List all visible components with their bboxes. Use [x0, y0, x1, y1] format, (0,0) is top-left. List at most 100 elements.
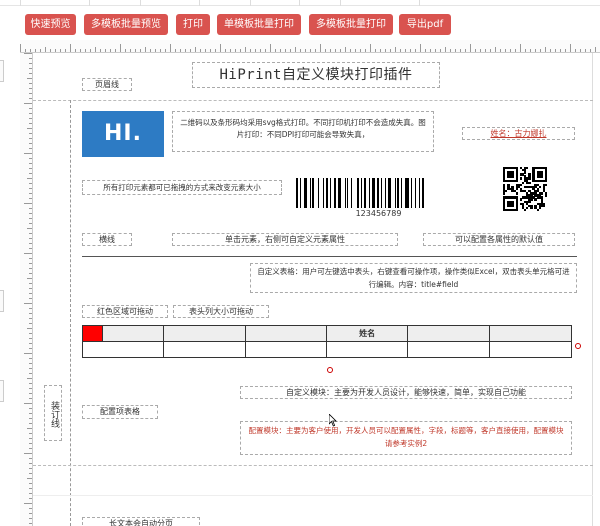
- quick-preview-button[interactable]: 快速预览: [25, 14, 76, 35]
- svg-note-text[interactable]: 二维码以及条形码均采用svg格式打印。不同打印机打印不会造成失真。图片打印：不同…: [172, 111, 434, 152]
- ruler-tick: [495, 47, 496, 52]
- header-line[interactable]: [33, 100, 593, 101]
- side-panel-handle[interactable]: [0, 380, 4, 402]
- ruler-tick: [570, 44, 571, 52]
- ruler-tick: [385, 49, 386, 52]
- ruler-tick: [27, 228, 32, 229]
- qr-code[interactable]: [503, 167, 548, 212]
- binding-line[interactable]: [70, 100, 71, 526]
- ruler-tick: [475, 49, 476, 52]
- tab-ghost[interactable]: [20, 0, 90, 6]
- ruler-tick: [255, 49, 256, 52]
- ruler-tick: [29, 318, 32, 319]
- ruler-tick: [210, 49, 211, 52]
- print-button[interactable]: 打印: [176, 14, 210, 35]
- ruler-tick: [310, 49, 311, 52]
- ruler-tick: [24, 503, 32, 504]
- custom-module-note[interactable]: 自定义模块：主要为开发人员设计，能够快速，简单，实现自己功能: [240, 386, 572, 399]
- page-title[interactable]: HiPrint自定义模块打印插件: [192, 62, 440, 88]
- table-header-cell[interactable]: [244, 325, 327, 342]
- ruler-tick: [75, 49, 76, 52]
- barcode-bar: [325, 178, 328, 208]
- barcode-value: 123456789: [355, 209, 402, 218]
- ruler-tick: [29, 373, 32, 374]
- vertical-ruler: [20, 53, 33, 526]
- tab-ghost[interactable]: [140, 0, 200, 6]
- table-cell[interactable]: [407, 341, 490, 358]
- footer-line[interactable]: [33, 465, 593, 466]
- ruler-tick: [27, 128, 32, 129]
- ruler-tick: [29, 393, 32, 394]
- config-module-note[interactable]: 配置模块：主要为客户使用，开发人员可以配置属性，字段，标题等，客户直接使用，配置…: [240, 421, 572, 455]
- table-header-cell[interactable]: [163, 325, 246, 342]
- ruler-tick: [29, 358, 32, 359]
- table-resize-handle-icon[interactable]: [575, 343, 581, 349]
- side-panel-handle[interactable]: [0, 60, 4, 82]
- ruler-tick: [29, 138, 32, 139]
- ruler-tick: [29, 63, 32, 64]
- qr-module: [528, 177, 531, 180]
- multi-template-batch-print-button[interactable]: 多模板批量打印: [309, 14, 393, 35]
- ruler-tick: [29, 118, 32, 119]
- click-element-note[interactable]: 单击元素，右侧可自定义元素属性: [172, 233, 398, 246]
- name-field[interactable]: 姓名：古力娜扎: [462, 127, 575, 140]
- logo-image[interactable]: HI.: [82, 111, 164, 157]
- config-table-label[interactable]: 配置项表格: [82, 405, 158, 419]
- table-header-cell[interactable]: [102, 325, 165, 342]
- custom-table[interactable]: 姓名: [81, 325, 573, 358]
- barcode[interactable]: [296, 178, 461, 208]
- export-pdf-button[interactable]: 导出pdf: [399, 14, 451, 35]
- header-line-label[interactable]: 页眉线: [82, 78, 132, 91]
- custom-table-note[interactable]: 自定义表格：用户可左键选中表头，右键查看可操作项，操作类似Excel，双击表头单…: [250, 263, 577, 293]
- barcode-bar: [394, 178, 396, 208]
- ruler-tick: [27, 378, 32, 379]
- ruler-tick: [29, 413, 32, 414]
- ruler-tick: [27, 428, 32, 429]
- side-panel-handle[interactable]: [0, 290, 4, 312]
- ruler-tick: [29, 298, 32, 299]
- ruler-tick: [29, 468, 32, 469]
- hline-label[interactable]: 横线: [82, 233, 132, 246]
- red-area-drag-label[interactable]: 红色区域可拖动: [82, 305, 168, 318]
- tab-ghost[interactable]: [340, 0, 420, 6]
- ruler-tick: [29, 288, 32, 289]
- table-header-cell[interactable]: [407, 325, 490, 342]
- barcode-bar: [371, 178, 375, 208]
- long-text-label[interactable]: 长文本会自动分页: [82, 517, 200, 526]
- qr-module: [536, 208, 539, 212]
- horizontal-rule[interactable]: [82, 256, 577, 257]
- table-header-name[interactable]: 姓名: [325, 325, 409, 342]
- table-header-cell[interactable]: [488, 325, 573, 342]
- ruler-tick: [29, 268, 32, 269]
- table-cell[interactable]: [244, 341, 327, 358]
- ruler-tick: [45, 47, 46, 52]
- ruler-tick: [29, 483, 32, 484]
- table-drag-handle[interactable]: [81, 325, 104, 342]
- ruler-tick: [100, 49, 101, 52]
- ruler-tick: [525, 49, 526, 52]
- multi-template-batch-preview-button[interactable]: 多模板批量预览: [84, 14, 168, 35]
- ruler-tick: [260, 49, 261, 52]
- table-cell[interactable]: [81, 341, 165, 358]
- table-cell[interactable]: [325, 341, 409, 358]
- tab-ghost[interactable]: [250, 0, 300, 6]
- table-cell[interactable]: [488, 341, 573, 358]
- barcode-bar: [356, 178, 359, 208]
- ruler-tick: [24, 353, 32, 354]
- table-cell[interactable]: [163, 341, 246, 358]
- ruler-tick: [90, 49, 91, 52]
- drag-resize-note[interactable]: 所有打印元素都可已拖拽的方式来改变元素大小: [82, 180, 282, 195]
- default-config-note[interactable]: 可以配置各属性的默认值: [423, 233, 575, 246]
- qr-module: [503, 192, 506, 195]
- ruler-tick: [420, 44, 421, 52]
- qr-module: [538, 206, 541, 210]
- barcode-bar: [312, 178, 315, 208]
- ruler-tick: [490, 49, 491, 52]
- ruler-tick: [375, 49, 376, 52]
- qr-module: [540, 192, 544, 195]
- ruler-tick: [29, 98, 32, 99]
- table-resize-handle-icon[interactable]: [327, 367, 333, 373]
- binding-line-label[interactable]: 装订线: [44, 385, 62, 441]
- single-template-batch-print-button[interactable]: 单模板批量打印: [217, 14, 301, 35]
- header-resize-label[interactable]: 表头列大小可拖动: [173, 305, 269, 318]
